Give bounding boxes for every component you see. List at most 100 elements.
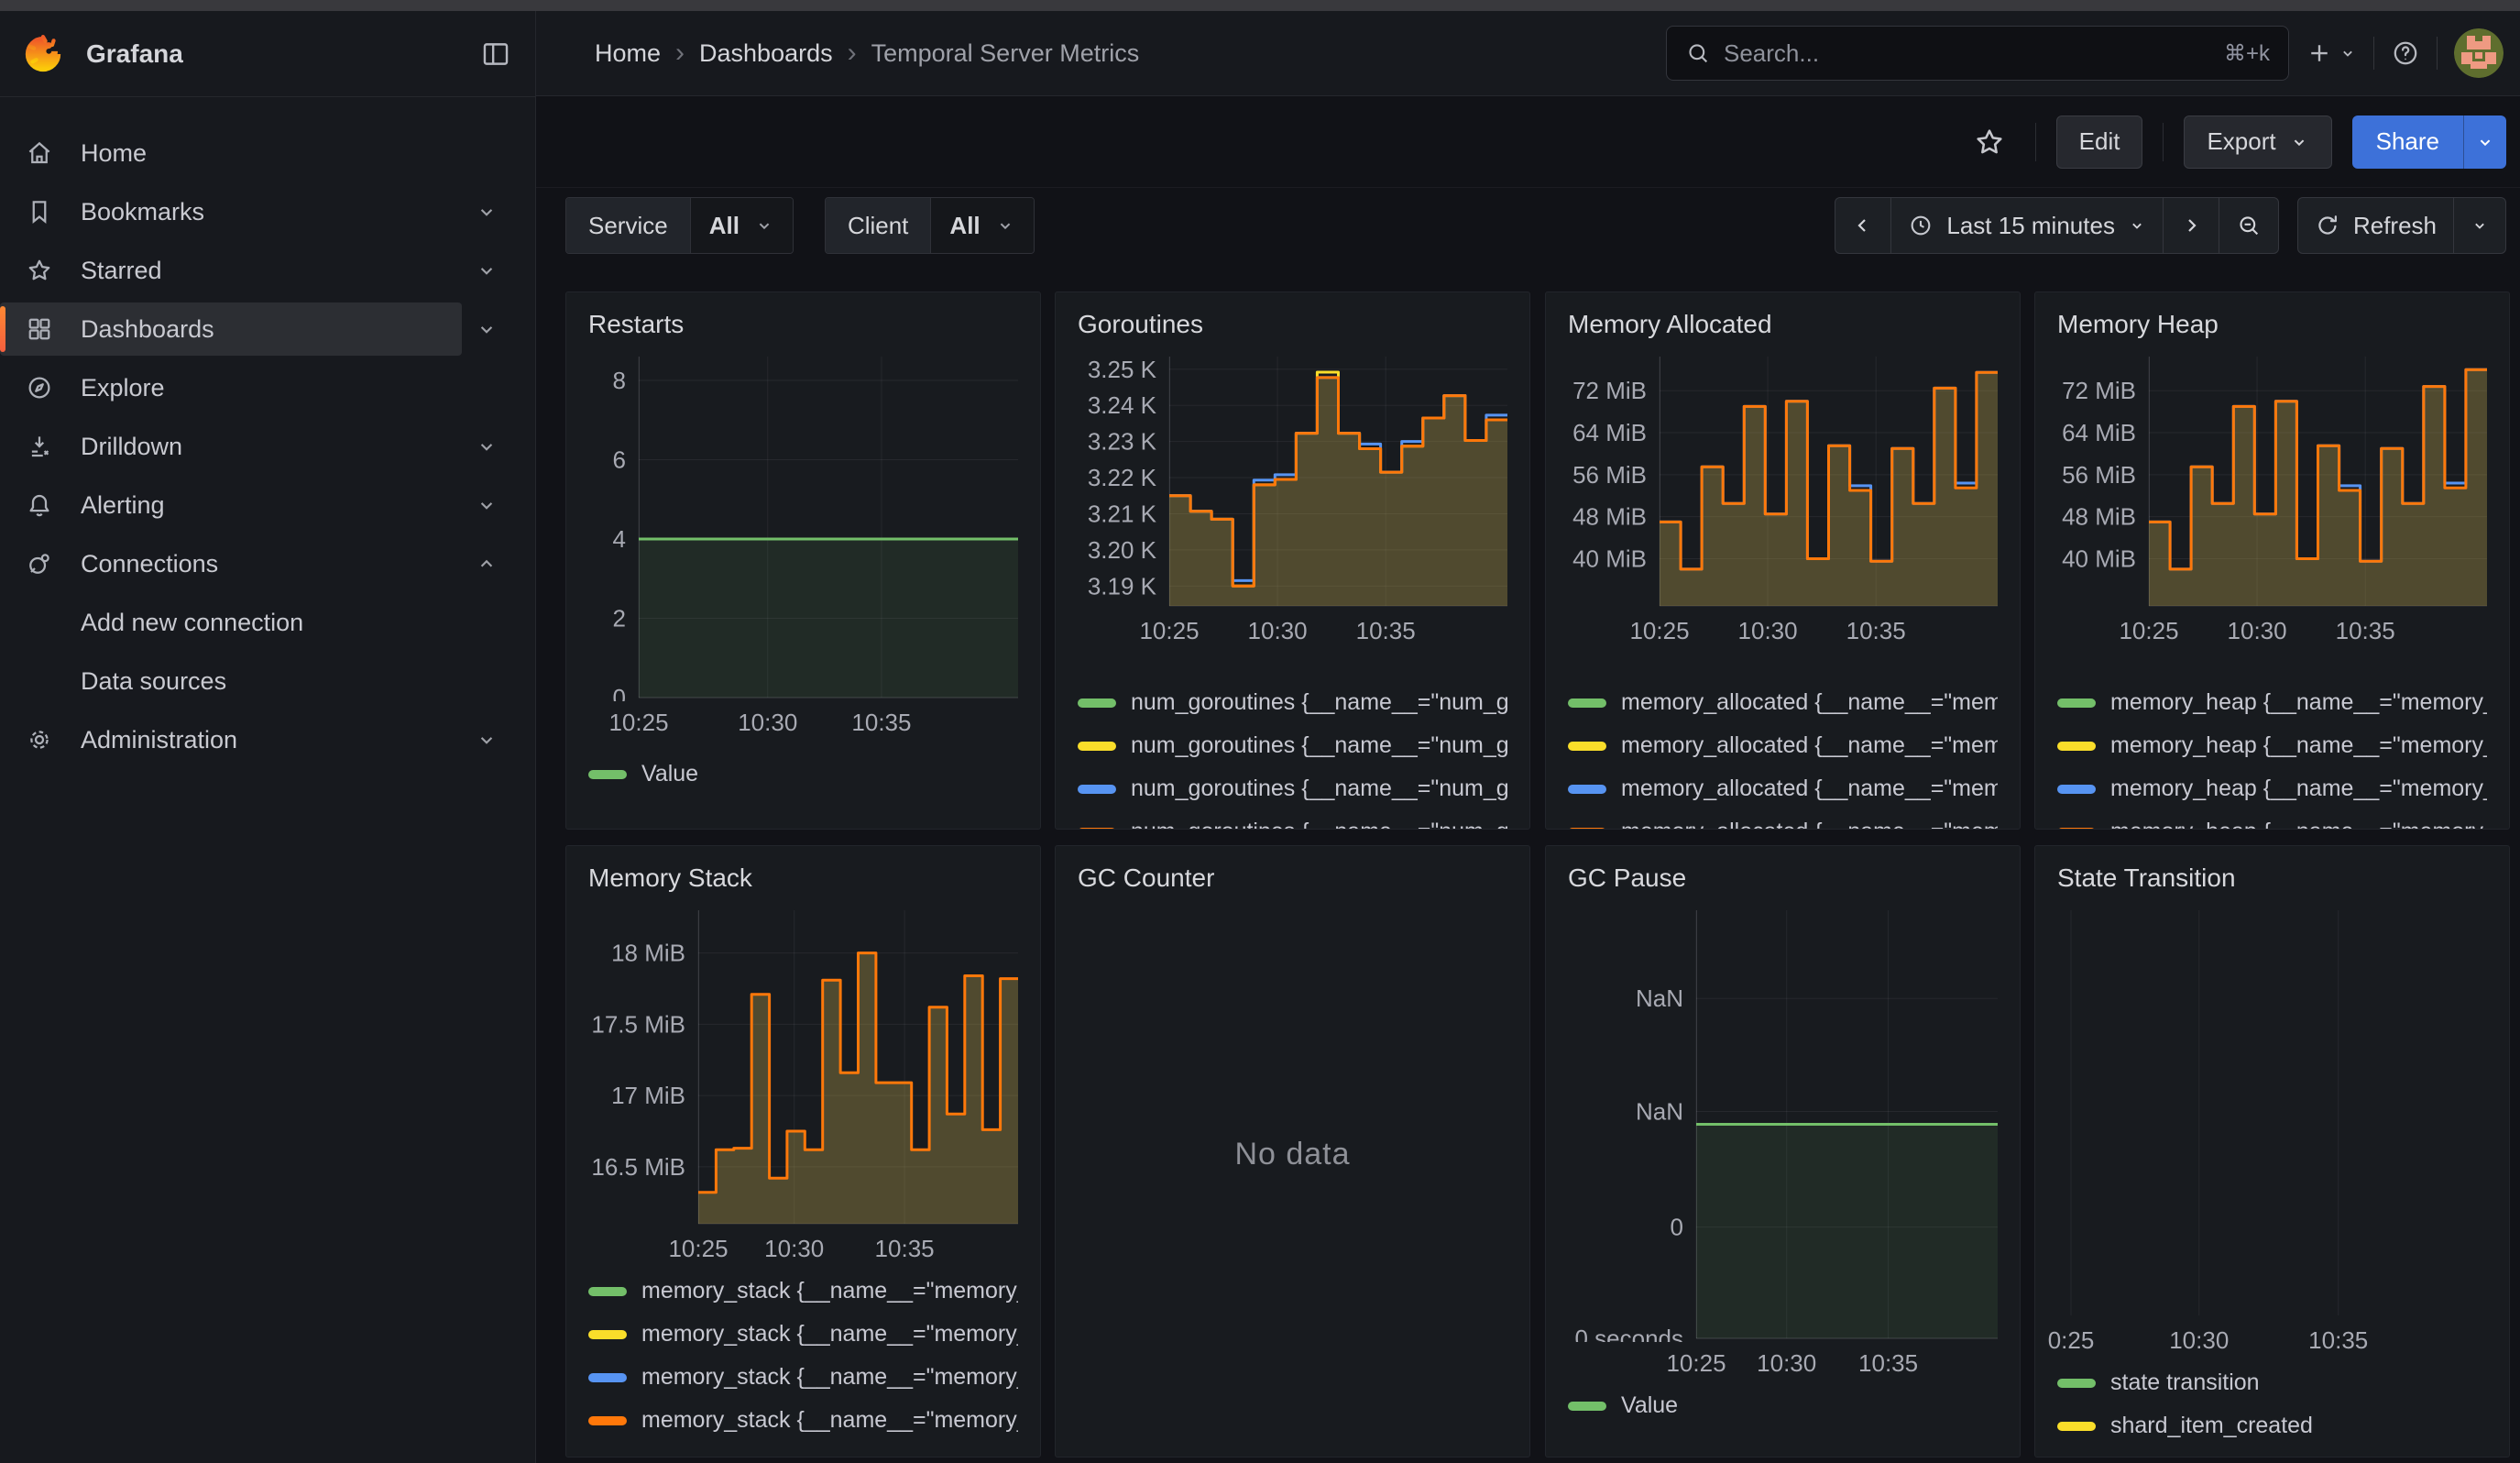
legend-label: memory_stack {__name__="memory_s	[641, 1364, 1018, 1391]
refresh-button[interactable]: Refresh	[2298, 198, 2454, 253]
legend-item[interactable]: memory_allocated {__name__="memo	[1568, 810, 1998, 830]
sidebar-item-starred[interactable]: Starred	[0, 244, 462, 297]
share-split-button: Share	[2352, 116, 2506, 169]
user-avatar[interactable]	[2454, 28, 2504, 78]
legend-item[interactable]: memory_stack {__name__="memory_s	[588, 1270, 1018, 1313]
chevron-down-icon[interactable]	[475, 493, 499, 517]
chart-area[interactable]: NaNNaN00 seconds	[1568, 907, 1998, 1342]
panel-title[interactable]: GC Counter	[1078, 863, 1507, 894]
panel-title[interactable]: Memory Heap	[2057, 309, 2487, 340]
legend-item[interactable]: num_goroutines {__name__="num_go	[1078, 810, 1507, 830]
sidebar-item-alerting[interactable]: Alerting	[0, 478, 462, 532]
legend-item[interactable]: memory_allocated {__name__="memo	[1568, 681, 1998, 724]
chevron-down-icon[interactable]	[475, 728, 499, 752]
legend-item[interactable]: memory_heap {__name__="memory_h	[2057, 767, 2487, 810]
help-button[interactable]	[2391, 38, 2420, 68]
add-button[interactable]	[2306, 39, 2357, 67]
legend-item[interactable]: num_goroutines {__name__="num_go	[1078, 724, 1507, 767]
legend-item[interactable]: state transition	[2057, 1361, 2487, 1404]
panel-title[interactable]: Memory Stack	[588, 863, 1018, 894]
y-tick-label: 4	[613, 525, 626, 553]
chart-area[interactable]: 3.25 K3.24 K3.23 K3.22 K3.21 K3.20 K3.19…	[1078, 353, 1507, 610]
chevron-down-icon	[2475, 132, 2495, 152]
legend-item[interactable]: memory_stack {__name__="memory_s	[588, 1356, 1018, 1399]
panel-title[interactable]: State Transition	[2057, 863, 2487, 894]
search-input[interactable]: Search... ⌘+k	[1666, 26, 2289, 81]
sidebar-nav-list: Home Bookmarks Starred Dashboards Explor…	[0, 97, 535, 766]
legend-item[interactable]: memory_heap {__name__="memory_h	[2057, 810, 2487, 830]
time-range-picker[interactable]: Last 15 minutes	[1891, 198, 2164, 253]
sidebar-item-drilldown[interactable]: Drilldown	[0, 420, 462, 473]
chart-area[interactable]	[2057, 907, 2487, 1319]
chevron-down-icon[interactable]	[475, 200, 499, 224]
sidebar-item-connections[interactable]: Connections	[0, 537, 462, 590]
refresh-interval-button[interactable]	[2454, 198, 2505, 253]
legend-item[interactable]: memory_heap {__name__="memory_h	[2057, 724, 2487, 767]
sidebar-item-dashboards[interactable]: Dashboards	[0, 302, 462, 356]
legend-item[interactable]: memory_allocated {__name__="memo	[1568, 767, 1998, 810]
time-shift-back-button[interactable]	[1835, 198, 1891, 253]
y-tick-label: 17 MiB	[611, 1082, 685, 1109]
edit-button[interactable]: Edit	[2056, 116, 2143, 169]
chevron-down-icon[interactable]	[475, 434, 499, 458]
share-button[interactable]: Share	[2352, 116, 2463, 169]
legend-swatch	[1078, 828, 1116, 830]
chart-area[interactable]: 72 MiB64 MiB56 MiB48 MiB40 MiB	[1568, 353, 1998, 610]
legend-item[interactable]: memory_allocated {__name__="memo	[1568, 724, 1998, 767]
y-tick-label: 8	[613, 367, 626, 394]
x-tick-label: 10:30	[764, 1235, 824, 1263]
sidebar-item-explore[interactable]: Explore	[0, 361, 462, 414]
legend-item[interactable]: memory_stack {__name__="memory_s	[588, 1399, 1018, 1442]
legend-label: memory_heap {__name__="memory_h	[2110, 776, 2487, 802]
zoom-out-icon	[2236, 213, 2262, 238]
breadcrumb-home[interactable]: Home	[595, 39, 661, 68]
drilldown-icon	[26, 433, 57, 460]
chart-area[interactable]: 86420	[588, 353, 1018, 701]
legend: memory_heap {__name__="memory_hmemory_he…	[2057, 681, 2487, 830]
sidebar-item-label: Alerting	[81, 491, 165, 520]
chevron-down-icon[interactable]	[475, 317, 499, 341]
client-filter-value[interactable]: All	[931, 198, 1033, 253]
legend-item[interactable]: num_goroutines {__name__="num_go	[1078, 681, 1507, 724]
sidebar-item-bookmarks[interactable]: Bookmarks	[0, 185, 462, 238]
grafana-logo-icon[interactable]	[24, 35, 62, 73]
x-tick-label: 10:30	[2169, 1326, 2229, 1355]
legend-item[interactable]: Value	[588, 753, 1018, 796]
export-button[interactable]: Export	[2184, 116, 2331, 169]
y-tick-label: 40 MiB	[2062, 544, 2136, 572]
legend-item[interactable]: memory_heap {__name__="memory_h	[2057, 681, 2487, 724]
y-tick-label: 64 MiB	[2062, 419, 2136, 446]
legend-label: memory_heap {__name__="memory_h	[2110, 819, 2487, 830]
y-tick-label: 18 MiB	[611, 940, 685, 967]
collapse-sidebar-icon[interactable]	[480, 38, 511, 70]
legend-item[interactable]: shard_item_created	[2057, 1404, 2487, 1447]
breadcrumb-dashboards[interactable]: Dashboards	[699, 39, 833, 68]
chevron-down-icon[interactable]	[475, 258, 499, 282]
legend-swatch	[2057, 785, 2096, 794]
chart-area[interactable]: 72 MiB64 MiB56 MiB48 MiB40 MiB	[2057, 353, 2487, 610]
panel-title[interactable]: GC Pause	[1568, 863, 1998, 894]
zoom-out-time-button[interactable]	[2219, 198, 2278, 253]
star-dashboard-button[interactable]	[1964, 126, 2015, 159]
legend: Value	[1568, 1384, 1998, 1427]
sidebar-item-administration[interactable]: Administration	[0, 713, 462, 766]
legend-label: memory_allocated {__name__="memo	[1621, 776, 1998, 802]
legend: num_goroutines {__name__="num_gonum_goro…	[1078, 681, 1507, 830]
share-menu-button[interactable]	[2463, 116, 2506, 169]
legend-item[interactable]: Value	[1568, 1384, 1998, 1427]
legend-swatch	[1568, 828, 1606, 830]
chevron-up-icon[interactable]	[475, 552, 499, 576]
panel-title[interactable]: Memory Allocated	[1568, 309, 1998, 340]
panel-title[interactable]: Restarts	[588, 309, 1018, 340]
sidebar-item-home[interactable]: Home	[0, 126, 462, 180]
x-tick-label: 10:35	[2308, 1326, 2368, 1355]
time-shift-forward-button[interactable]	[2164, 198, 2219, 253]
chart-area[interactable]: 18 MiB17.5 MiB17 MiB16.5 MiB	[588, 907, 1018, 1227]
legend-item[interactable]: memory_stack {__name__="memory_s	[588, 1313, 1018, 1356]
panel-title[interactable]: Goroutines	[1078, 309, 1507, 340]
sidebar-item-add-new-connection[interactable]: Add new connection	[0, 596, 462, 649]
service-filter-value[interactable]: All	[691, 198, 793, 253]
legend-item[interactable]: num_goroutines {__name__="num_go	[1078, 767, 1507, 810]
time-range-label: Last 15 minutes	[1946, 212, 2115, 240]
sidebar-item-data-sources[interactable]: Data sources	[0, 654, 462, 708]
